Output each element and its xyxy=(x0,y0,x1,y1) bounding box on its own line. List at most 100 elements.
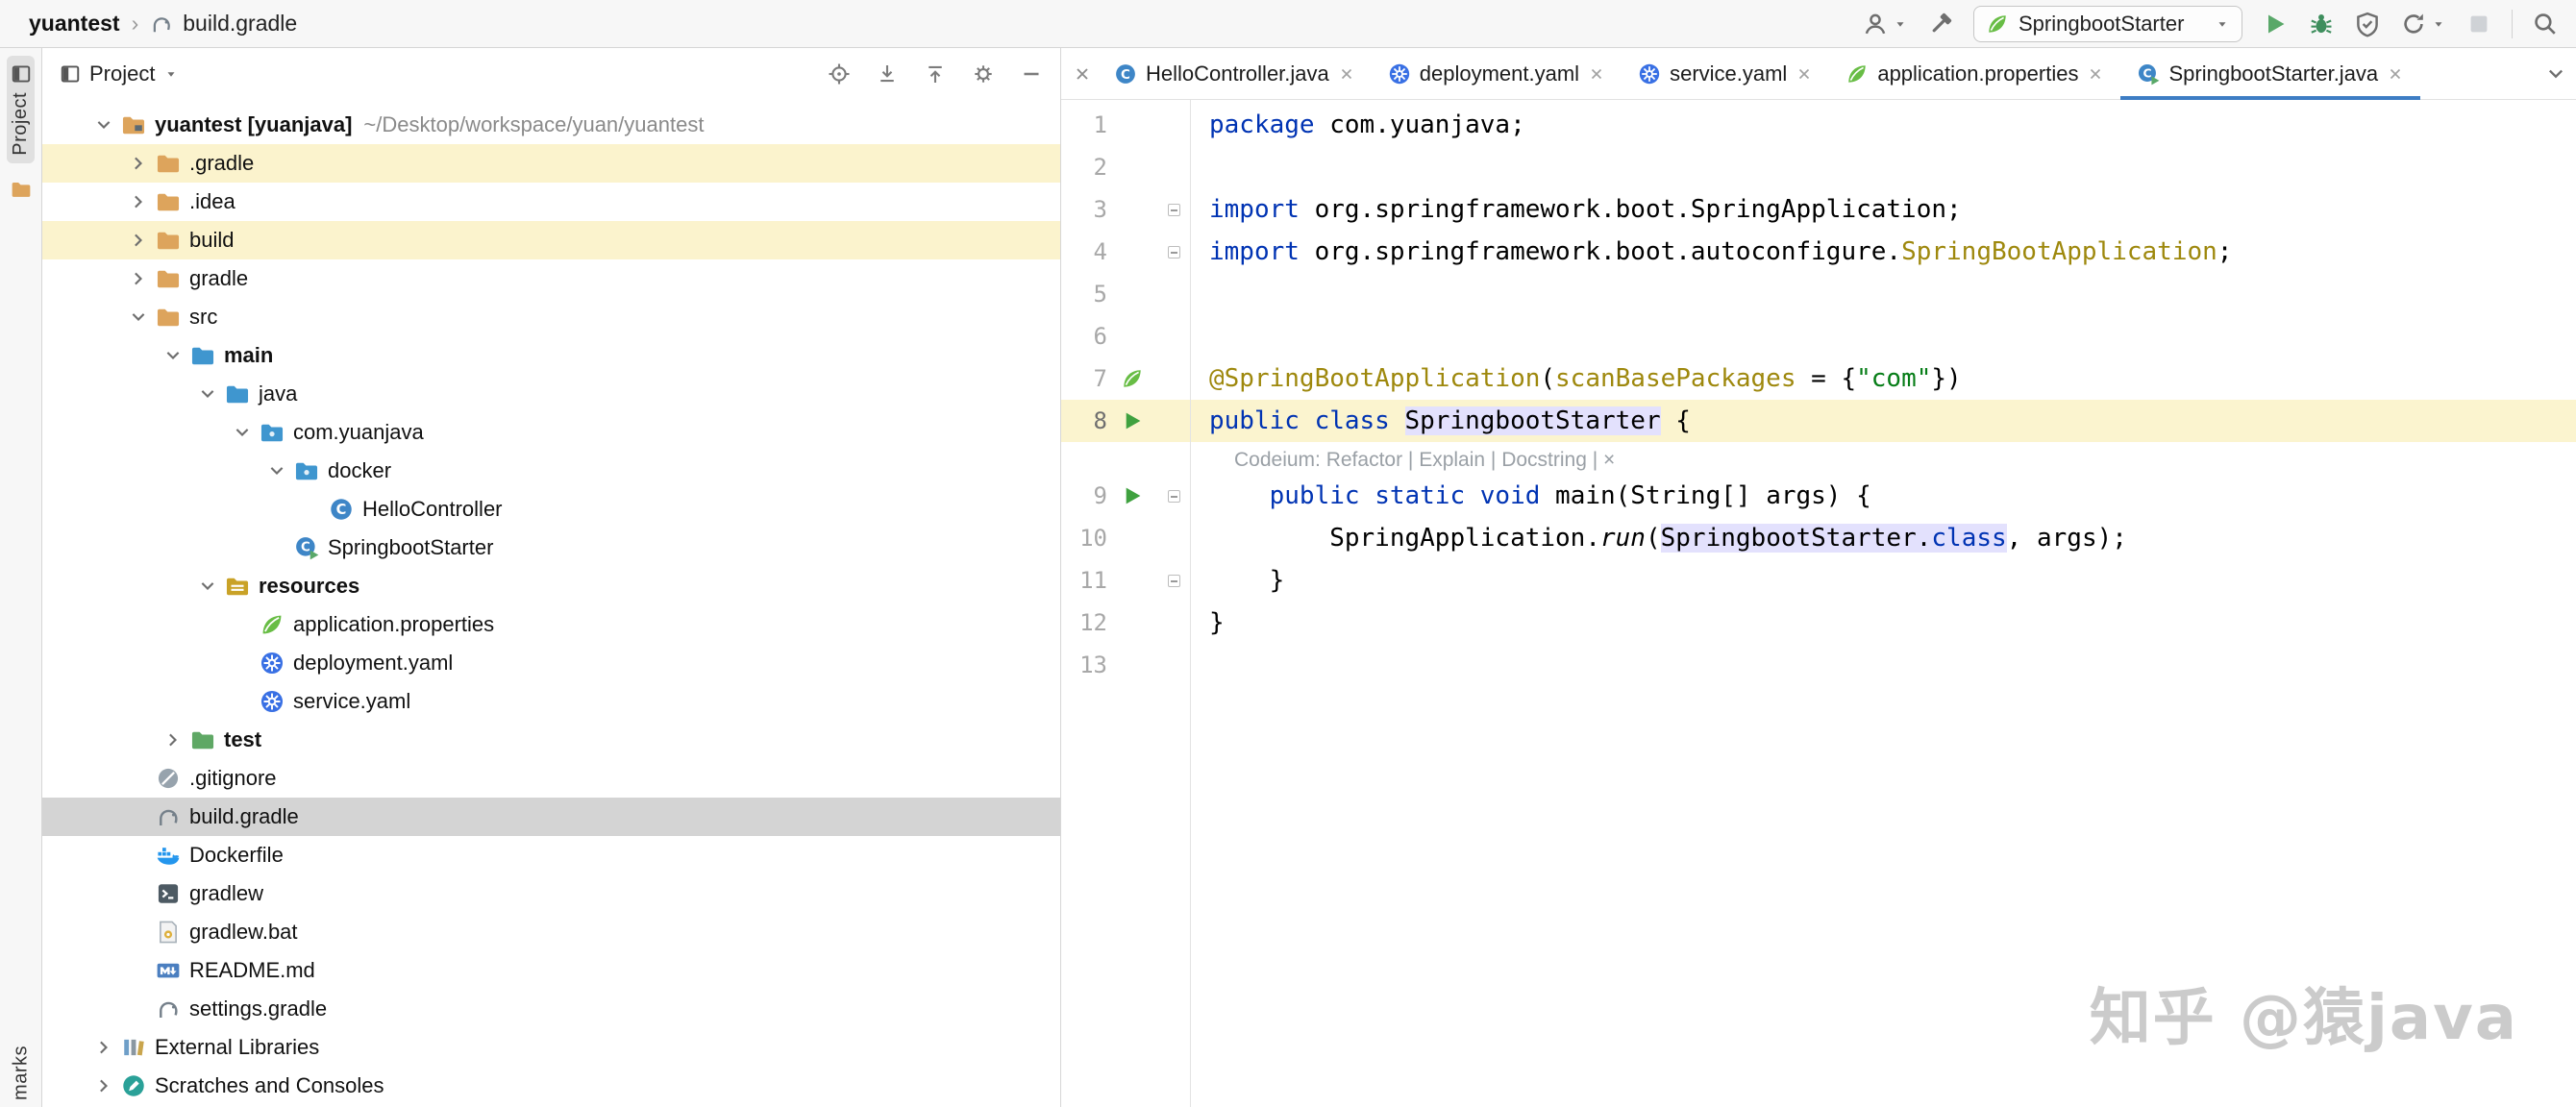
code-line-6[interactable]: 6 xyxy=(1061,315,2576,357)
locate-icon[interactable] xyxy=(828,62,851,86)
tree-item-settings-gradle[interactable]: settings.gradle xyxy=(42,990,1060,1028)
tree-item-gradlew-bat[interactable]: gradlew.bat xyxy=(42,913,1060,951)
tree-item-label: application.properties xyxy=(293,612,494,637)
tab-deployment-yaml[interactable]: deployment.yaml xyxy=(1372,48,1622,99)
folder-icon[interactable] xyxy=(11,179,32,200)
tab-close-icon[interactable] xyxy=(2387,65,2404,83)
chevron-down-icon[interactable] xyxy=(261,461,292,480)
tree-item-java[interactable]: java xyxy=(42,375,1060,413)
tree-item-idea[interactable]: .idea xyxy=(42,183,1060,221)
run-config-label: SpringbootStarter xyxy=(2019,12,2184,37)
tool-window-button-project[interactable]: Project xyxy=(7,56,35,163)
tree-item-scratches-and-consoles[interactable]: Scratches and Consoles xyxy=(42,1067,1060,1105)
tab-close-icon[interactable] xyxy=(1338,65,1355,83)
tree-item-hellocontroller[interactable]: CHelloController xyxy=(42,490,1060,529)
tab-close-icon[interactable] xyxy=(2087,65,2104,83)
tree-item-src[interactable]: src xyxy=(42,298,1060,336)
tree-item-gradle[interactable]: gradle xyxy=(42,259,1060,298)
tree-item-application-properties[interactable]: application.properties xyxy=(42,605,1060,644)
breadcrumb-file[interactable]: build.gradle xyxy=(183,11,297,37)
tree-item-test[interactable]: test xyxy=(42,721,1060,759)
tree-item-deployment-yaml[interactable]: deployment.yaml xyxy=(42,644,1060,682)
tree-item-label: resources xyxy=(259,574,359,599)
chevron-down-icon[interactable] xyxy=(123,308,154,327)
chevron-right-icon[interactable] xyxy=(88,1038,119,1057)
code-line-5[interactable]: 5 xyxy=(1061,273,2576,315)
tree-item-build[interactable]: build xyxy=(42,221,1060,259)
coverage-button[interactable] xyxy=(2354,11,2381,37)
fold-marker[interactable] xyxy=(1157,204,1190,216)
bat-icon xyxy=(156,920,181,945)
tree-item-com-yuanjava[interactable]: com.yuanjava xyxy=(42,413,1060,452)
code-line-8[interactable]: 8public class SpringbootStarter { xyxy=(1061,400,2576,442)
chevron-right-icon[interactable] xyxy=(158,730,188,750)
code-line-2[interactable]: 2 xyxy=(1061,146,2576,188)
project-header-actions xyxy=(828,62,1043,86)
tab-service-yaml[interactable]: service.yaml xyxy=(1622,48,1829,99)
hide-icon[interactable] xyxy=(1020,62,1043,86)
run-gutter-icon[interactable] xyxy=(1107,409,1157,432)
fold-marker[interactable] xyxy=(1157,246,1190,258)
tree-item-yuantest-yuanjava[interactable]: yuantest [yuanjava]~/Desktop/workspace/y… xyxy=(42,106,1060,144)
tree-item-main[interactable]: main xyxy=(42,336,1060,375)
chevron-right-icon[interactable] xyxy=(123,231,154,250)
codeium-inlay-hint[interactable]: Codeium: Refactor | Explain | Docstring … xyxy=(1209,449,1615,471)
tab-strip-close-icon[interactable] xyxy=(1073,64,1092,84)
line-number: 7 xyxy=(1061,365,1107,392)
chevron-down-icon[interactable] xyxy=(2545,63,2566,85)
code-line-1[interactable]: 1package com.yuanjava; xyxy=(1061,104,2576,146)
code-line-10[interactable]: 10 SpringApplication.run(SpringbootStart… xyxy=(1061,517,2576,559)
code-line-13[interactable]: 13 xyxy=(1061,644,2576,686)
code-line-7[interactable]: 7@SpringBootApplication(scanBasePackages… xyxy=(1061,357,2576,400)
editor-code[interactable]: 1package com.yuanjava;23import org.sprin… xyxy=(1061,100,2576,1107)
tab-application-properties[interactable]: application.properties xyxy=(1829,48,2120,99)
tree-item-gradlew[interactable]: gradlew xyxy=(42,874,1060,913)
breadcrumb-project[interactable]: yuantest xyxy=(29,11,120,37)
tab-close-icon[interactable] xyxy=(1588,65,1605,83)
chevron-right-icon[interactable] xyxy=(88,1076,119,1095)
tree-item-external-libraries[interactable]: External Libraries xyxy=(42,1028,1060,1067)
code-line-3[interactable]: 3import org.springframework.boot.SpringA… xyxy=(1061,188,2576,231)
fold-marker[interactable] xyxy=(1157,490,1190,503)
debug-button[interactable] xyxy=(2308,11,2335,37)
tree-item-dockerfile[interactable]: Dockerfile xyxy=(42,836,1060,874)
rerun-button[interactable] xyxy=(2400,11,2446,37)
collapse-all-icon[interactable] xyxy=(924,62,947,86)
settings-icon[interactable] xyxy=(972,62,995,86)
code-line-11[interactable]: 11 } xyxy=(1061,559,2576,602)
spring-bean-gutter-icon[interactable] xyxy=(1107,367,1157,390)
chevron-down-icon[interactable] xyxy=(192,577,223,596)
tree-item-service-yaml[interactable]: service.yaml xyxy=(42,682,1060,721)
tree-item-docker[interactable]: docker xyxy=(42,452,1060,490)
tree-item-build-gradle[interactable]: build.gradle xyxy=(42,798,1060,836)
tab-springbootstarter-java[interactable]: CSpringbootStarter.java xyxy=(2120,48,2420,99)
run-button[interactable] xyxy=(2262,11,2289,37)
user-button[interactable] xyxy=(1862,11,1908,37)
tree-item-gradle[interactable]: .gradle xyxy=(42,144,1060,183)
tab-hellocontroller-java[interactable]: CHelloController.java xyxy=(1098,48,1372,99)
project-panel-title[interactable]: Project xyxy=(89,62,155,86)
tree-item-springbootstarter[interactable]: CSpringbootStarter xyxy=(42,529,1060,567)
tool-window-button-bookmarks[interactable]: marks xyxy=(10,1046,32,1105)
tree-item-readme-md[interactable]: README.md xyxy=(42,951,1060,990)
expand-all-icon[interactable] xyxy=(876,62,899,86)
chevron-down-icon[interactable] xyxy=(88,115,119,135)
chevron-right-icon[interactable] xyxy=(123,269,154,288)
chevron-down-icon[interactable] xyxy=(158,346,188,365)
hammer-button[interactable] xyxy=(1927,11,1954,37)
code-line-9[interactable]: 9 public static void main(String[] args)… xyxy=(1061,475,2576,517)
tree-item-gitignore[interactable]: .gitignore xyxy=(42,759,1060,798)
chevron-down-icon[interactable] xyxy=(192,384,223,404)
chevron-down-icon[interactable] xyxy=(163,66,179,82)
search-everywhere-button[interactable] xyxy=(2532,11,2559,37)
code-line-12[interactable]: 12} xyxy=(1061,602,2576,644)
code-line-4[interactable]: 4import org.springframework.boot.autocon… xyxy=(1061,231,2576,273)
chevron-right-icon[interactable] xyxy=(123,154,154,173)
run-gutter-icon[interactable] xyxy=(1107,484,1157,507)
run-config-select[interactable]: SpringbootStarter xyxy=(1973,6,2242,42)
chevron-down-icon[interactable] xyxy=(227,423,258,442)
fold-marker[interactable] xyxy=(1157,575,1190,587)
chevron-right-icon[interactable] xyxy=(123,192,154,211)
tree-item-resources[interactable]: resources xyxy=(42,567,1060,605)
tab-close-icon[interactable] xyxy=(1796,65,1813,83)
